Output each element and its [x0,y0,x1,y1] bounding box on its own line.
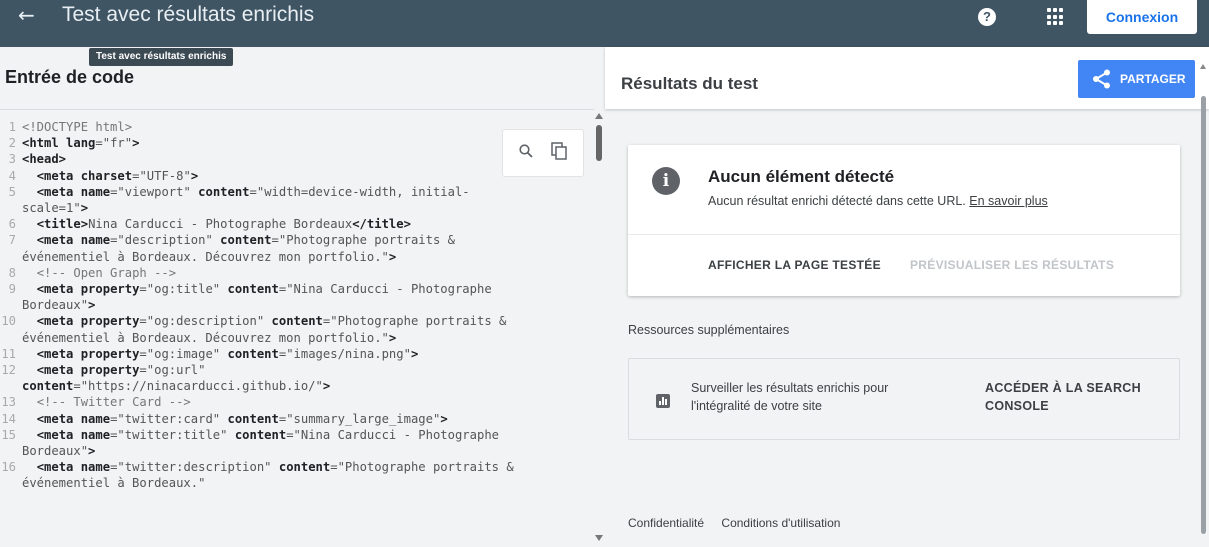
code-text: <meta property="og:title" content="Nina … [22,282,492,313]
code-panel-title: Entrée de code [5,67,135,87]
results-panel: Résultats du test PARTAGER i Aucun éléme… [605,47,1209,547]
login-button[interactable]: Connexion [1087,0,1197,34]
share-button[interactable]: PARTAGER [1078,60,1195,98]
code-text: <meta name="viewport" content="width=dev… [22,184,470,216]
line-number: 6 [8,217,16,232]
line-number: 8 [8,265,16,280]
footer: Confidentialité Conditions d'utilisation [628,516,854,530]
code-panel-divider [0,109,605,110]
line-number: 11 [1,346,16,361]
code-line: 7 <meta name="description" content="Phot… [0,232,594,264]
line-number: 9 [8,282,16,297]
apps-grid-icon[interactable] [1047,8,1065,26]
line-number: 16 [1,460,16,475]
scroll-thumb[interactable] [1201,96,1206,534]
line-number: 15 [1,427,16,442]
search-console-link[interactable]: ACCÉDER À LA SEARCH CONSOLE [985,379,1145,415]
code-editor[interactable]: 1 <!DOCTYPE html> 2 <html lang="fr"> 3 <head>… [0,119,594,547]
learn-more-link[interactable]: En savoir plus [969,194,1048,208]
resources-text: Surveiller les résultats enrichis pour l… [691,381,889,413]
code-text: <meta name="twitter:description" content… [22,460,514,491]
arrow-left-icon[interactable]: ← [18,3,35,27]
info-icon: i [652,167,680,195]
line-number: 7 [8,233,16,248]
code-line: 16 <meta name="twitter:description" cont… [0,459,594,491]
code-text: <meta property="og:url" content="https:/… [22,363,331,394]
scroll-down-icon[interactable] [595,535,603,541]
code-line: 5 <meta name="viewport" content="width=d… [0,184,594,216]
preview-results-button: PRÉVISUALISER LES RÉSULTATS [910,258,1115,272]
title-tooltip: Test avec résultats enrichis [89,48,234,66]
copy-icon[interactable] [551,142,567,160]
code-text: <meta name="twitter:title" content="Nina… [22,427,499,459]
help-circle-icon[interactable]: ? [978,8,996,26]
code-line: 6 <title>Nina Carducci - Photographe Bor… [0,216,594,232]
app-title: Test avec résultats enrichis [62,3,315,26]
line-number: 1 [8,120,16,134]
code-text: <!-- Twitter Card --> [36,395,191,410]
result-description: Aucun résultat enrichi détecté dans cett… [708,194,1048,208]
line-number: 12 [1,363,16,378]
result-card: i Aucun élément détecté Aucun résultat e… [628,145,1180,296]
card-divider [628,234,1180,235]
code-text: <meta name="twitter:card" content="summa… [36,411,448,426]
line-number: 4 [8,168,16,183]
results-header: Résultats du test PARTAGER [605,47,1209,109]
code-input-panel: Entrée de code 1 <!DOCTYPE html> 2 <html la… [0,47,605,547]
code-text: <meta property="og:image" content="image… [36,346,419,361]
code-line: 13 <!-- Twitter Card --> [0,394,594,410]
share-label: PARTAGER [1120,72,1186,86]
line-number: 13 [1,395,16,410]
bar-chart-icon [656,394,670,408]
result-description-text: Aucun résultat enrichi détecté dans cett… [708,194,966,208]
top-bar: ← Test avec résultats enrichis ? Connexi… [0,0,1209,47]
resources-title: Ressources supplémentaires [628,323,790,337]
code-text: <meta property="og:description" content=… [22,314,507,345]
code-scrollbar[interactable] [594,109,605,547]
privacy-link[interactable]: Confidentialité [628,516,704,530]
scroll-up-icon[interactable] [595,113,603,119]
share-icon [1093,69,1110,89]
search-icon[interactable] [519,144,533,158]
code-line: 12 <meta property="og:url" content="http… [0,362,594,394]
code-line: 9 <meta property="og:title" content="Nin… [0,281,594,313]
line-number: 5 [8,184,16,199]
code-line: 15 <meta name="twitter:title" content="N… [0,427,594,459]
scroll-thumb[interactable] [596,125,602,161]
view-tested-page-button[interactable]: AFFICHER LA PAGE TESTÉE [708,258,881,272]
resources-card: Surveiller les résultats enrichis pour l… [628,358,1180,440]
code-text: <meta name="description" content="Photog… [22,233,455,264]
code-toolbar [502,129,584,177]
results-title: Résultats du test [621,74,758,93]
code-text: <!-- Open Graph --> [36,265,177,280]
line-number: 10 [1,314,16,329]
line-number: 14 [1,411,16,426]
scroll-up-icon[interactable] [1200,64,1206,69]
result-heading: Aucun élément détecté [708,167,895,186]
line-number: 2 [8,136,16,151]
code-line: 10 <meta property="og:description" conte… [0,313,594,345]
code-line: 14 <meta name="twitter:card" content="su… [0,411,594,427]
code-line: 11 <meta property="og:image" content="im… [0,346,594,362]
terms-link[interactable]: Conditions d'utilisation [721,516,840,530]
results-scrollbar[interactable] [1197,62,1209,547]
code-text: <title>Nina Carducci - Photographe Borde… [36,217,411,232]
line-number: 3 [8,152,16,167]
code-line: 8 <!-- Open Graph --> [0,265,594,281]
